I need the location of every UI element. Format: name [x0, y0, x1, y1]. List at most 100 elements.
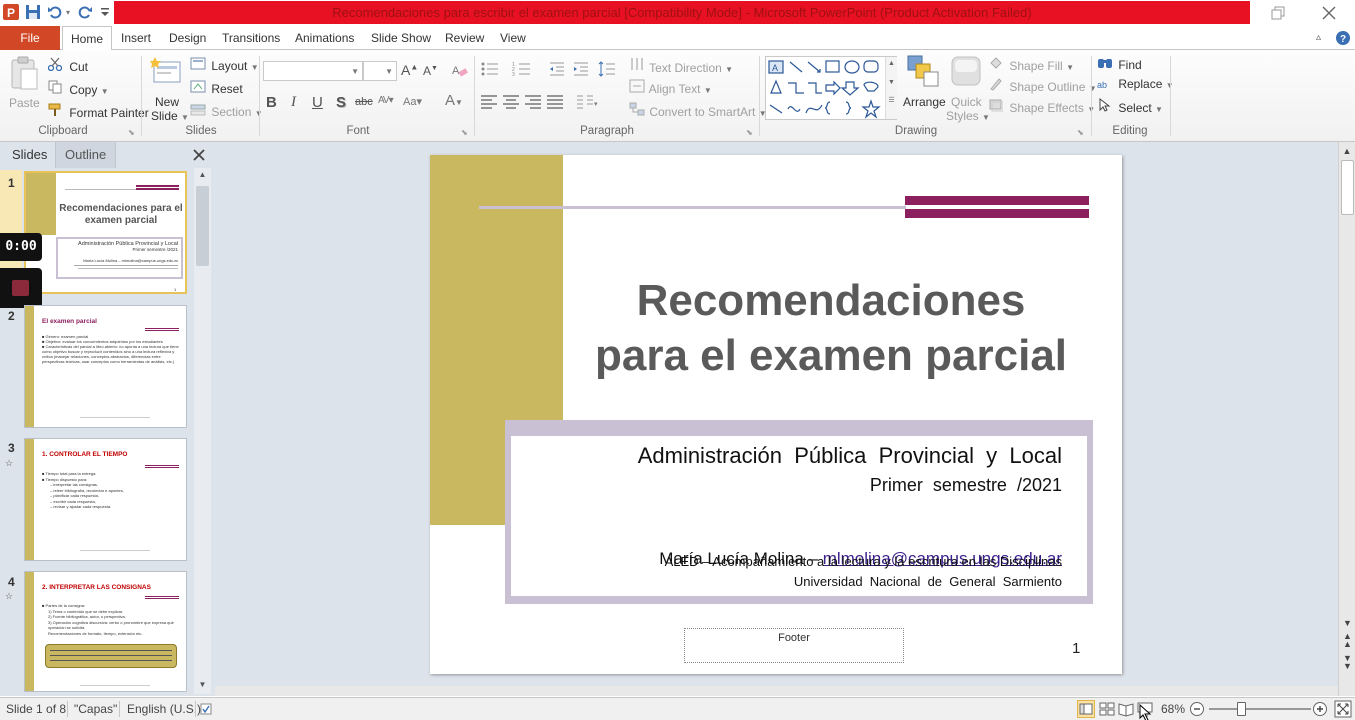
zoom-slider-track[interactable] [1209, 708, 1311, 710]
tab-design[interactable]: Design [161, 26, 214, 50]
strikethrough-button[interactable]: abc [355, 96, 373, 108]
gallery-scroll[interactable]: ▲ ▼ ☰ [885, 57, 897, 119]
slide-thumbnail-1[interactable]: Recomendaciones para el examen parcial A… [24, 171, 187, 294]
increase-indent-icon[interactable] [572, 61, 590, 77]
pane-scrollbar[interactable]: ▲ ▼ [194, 168, 211, 694]
customize-toolbar-icon[interactable] [96, 3, 114, 21]
drawing-launcher-icon[interactable]: ⬊ [1077, 128, 1084, 137]
undo-dropdown-icon[interactable]: ▾ [66, 8, 70, 17]
undo-icon[interactable] [46, 3, 64, 21]
tab-outline[interactable]: Outline [56, 142, 116, 168]
numbering-icon[interactable]: 123 [512, 61, 532, 78]
close-window-icon[interactable] [1320, 4, 1338, 22]
shape-effects-button[interactable]: Shape Effects ▼ [989, 98, 1095, 115]
align-text-button[interactable]: Align Text ▼ [629, 79, 712, 96]
font-color-icon[interactable]: A▼ [445, 92, 463, 109]
vertical-scrollbar[interactable]: ▲ ▼ ▲ ▲ ▼ ▼ [1338, 142, 1355, 696]
spelling-check-icon[interactable] [200, 703, 212, 718]
shadow-button[interactable]: S [336, 94, 346, 111]
align-right-icon[interactable] [524, 94, 542, 110]
shape-fill-button[interactable]: Shape Fill ▼ [989, 56, 1074, 73]
slide-sorter-icon[interactable] [1099, 701, 1115, 720]
stop-recording-button[interactable] [0, 268, 42, 308]
slide-thumbnail-4[interactable]: 2. INTERPRETAR LAS CONSIGNAS ■ Partes de… [24, 571, 187, 692]
grow-font-icon[interactable]: A▲ [401, 62, 418, 78]
svg-text:▾: ▾ [594, 101, 598, 108]
tab-view[interactable]: View [492, 26, 534, 50]
redo-icon[interactable] [76, 3, 94, 21]
clear-formatting-icon[interactable]: A [451, 61, 469, 79]
zoom-level[interactable]: 68% [1161, 702, 1185, 716]
change-case-icon[interactable]: Aa▾ [403, 95, 422, 108]
clipboard-launcher-icon[interactable]: ⬊ [128, 128, 135, 137]
shrink-font-icon[interactable]: A▼ [423, 64, 438, 78]
layout-button[interactable]: Layout ▼ [190, 57, 259, 73]
font-size-combo[interactable]: ▼ [363, 61, 397, 81]
font-launcher-icon[interactable]: ⬊ [461, 128, 468, 137]
footer-placeholder[interactable]: Footer [684, 628, 904, 663]
pane-scroll-thumb[interactable] [196, 186, 209, 266]
line-spacing-icon[interactable] [598, 61, 616, 77]
font-name-combo[interactable]: ▼ [263, 61, 363, 81]
tab-slide-show[interactable]: Slide Show [363, 26, 439, 50]
justify-icon[interactable] [546, 94, 564, 110]
tab-review[interactable]: Review [437, 26, 492, 50]
tab-insert[interactable]: Insert [113, 26, 159, 50]
shapes-gallery[interactable]: A ▲ ▼ ☰ [765, 56, 897, 120]
horizontal-scrollbar[interactable] [215, 686, 1338, 696]
bullets-icon[interactable] [480, 61, 500, 77]
save-icon[interactable] [24, 3, 42, 21]
zoom-in-icon[interactable] [1312, 701, 1328, 720]
cut-button[interactable]: Cut [47, 57, 88, 74]
quick-styles-button[interactable]: Quick Styles ▼ [946, 54, 990, 123]
tab-home[interactable]: Home [62, 26, 113, 51]
slide-thumbnail-3[interactable]: 1. CONTROLAR EL TIEMPO ■ Tiempo total pa… [24, 438, 187, 561]
slide-thumbnail-2[interactable]: El examen parcial ■ Género: examen parci… [24, 305, 187, 428]
paste-button[interactable]: Paste [6, 54, 40, 118]
align-left-icon[interactable] [480, 94, 498, 110]
new-slide-button[interactable]: New Slide ▼ [148, 54, 189, 123]
tab-file[interactable]: File [0, 26, 60, 50]
select-button[interactable]: Select ▼ [1097, 97, 1163, 115]
tab-slides[interactable]: Slides [0, 142, 56, 168]
columns-icon[interactable]: ▾ [576, 94, 598, 110]
paragraph-launcher-icon[interactable]: ⬊ [746, 128, 753, 137]
subtitle-box[interactable]: Administración Pública Provincial y Loca… [511, 436, 1087, 596]
fit-to-window-icon[interactable] [1334, 700, 1352, 720]
convert-smartart-button[interactable]: Convert to SmartArt ▼ [629, 102, 767, 119]
help-icon[interactable]: ? [1335, 30, 1351, 46]
scroll-thumb[interactable] [1341, 160, 1354, 215]
underline-button[interactable]: U [312, 94, 323, 111]
language-indicator[interactable]: English (U.S.) [127, 702, 201, 716]
slide-canvas[interactable]: Recomendaciones para el examen parcial A… [430, 155, 1122, 674]
decrease-indent-icon[interactable] [548, 61, 566, 77]
italic-button[interactable]: I [291, 94, 296, 111]
normal-view-icon[interactable] [1077, 700, 1095, 718]
minimize-ribbon-icon[interactable]: ▵ [1316, 32, 1321, 43]
find-button[interactable]: Find [1097, 55, 1142, 72]
replace-button[interactable]: ab Replace ▼ [1097, 77, 1174, 91]
arrange-button[interactable]: Arrange [902, 54, 946, 120]
section-button[interactable]: Section ▼ [190, 103, 263, 119]
bold-button[interactable]: B [266, 94, 277, 111]
character-spacing-icon[interactable]: AV▾ [378, 95, 394, 106]
slide-title[interactable]: Recomendaciones para el examen parcial [570, 273, 1092, 383]
tab-animations[interactable]: Animations [287, 26, 362, 50]
previous-slide-icon[interactable]: ▲ ▲ [1339, 632, 1355, 649]
next-slide-icon[interactable]: ▼ ▼ [1339, 654, 1355, 671]
zoom-out-icon[interactable] [1189, 701, 1205, 720]
scroll-up-icon[interactable]: ▲ [1339, 146, 1355, 156]
reset-button[interactable]: Reset [190, 80, 243, 96]
align-center-icon[interactable] [502, 94, 520, 110]
tab-transitions[interactable]: Transitions [214, 26, 288, 50]
text-direction-button[interactable]: Text Direction ▼ [629, 56, 733, 75]
shape-outline-button[interactable]: Shape Outline ▼ [989, 77, 1097, 94]
close-pane-icon[interactable] [191, 147, 207, 163]
copy-button[interactable]: Copy ▼ [48, 80, 109, 97]
format-painter-button[interactable]: Format Painter [48, 103, 149, 120]
restore-window-icon[interactable] [1270, 5, 1286, 21]
scroll-down-icon[interactable]: ▼ [1339, 618, 1355, 628]
reading-view-icon[interactable] [1118, 701, 1134, 720]
powerpoint-icon[interactable]: P [2, 3, 20, 21]
zoom-slider-thumb[interactable] [1237, 702, 1246, 716]
